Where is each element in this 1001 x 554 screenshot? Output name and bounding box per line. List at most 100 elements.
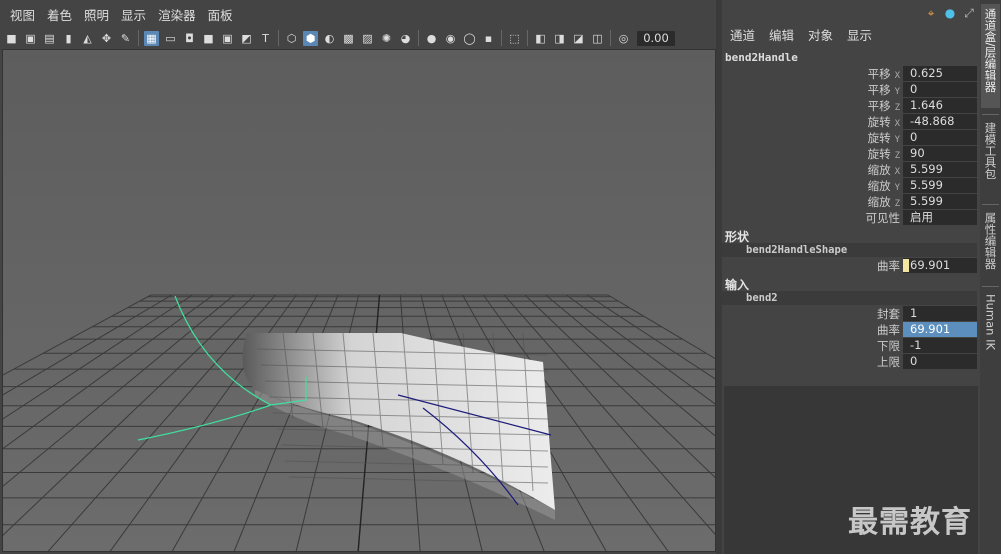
aa-icon[interactable]: ◯ bbox=[462, 31, 477, 46]
resolution-gate-icon[interactable]: ◘ bbox=[182, 31, 197, 46]
toolbar-separator bbox=[138, 30, 139, 46]
menu-shading[interactable]: 着色 bbox=[47, 4, 72, 28]
attr-value-field[interactable]: 5.599 bbox=[903, 194, 977, 209]
tool-settings-icon[interactable]: ● bbox=[943, 6, 957, 20]
attr-value-field[interactable]: 启用 bbox=[903, 210, 977, 225]
camera-lock-icon[interactable]: ▣ bbox=[23, 31, 38, 46]
field-chart-icon[interactable]: ▣ bbox=[220, 31, 235, 46]
ambient-occlusion-icon[interactable]: ● bbox=[424, 31, 439, 46]
bookmark-icon[interactable]: ▮ bbox=[61, 31, 76, 46]
menu-lighting[interactable]: 照明 bbox=[84, 4, 109, 28]
attr-axis: X bbox=[894, 119, 900, 129]
safe-title-icon[interactable]: T bbox=[258, 31, 273, 46]
shade-wire-icon[interactable]: ◐ bbox=[322, 31, 337, 46]
attr-label: 旋转 Z bbox=[868, 146, 900, 162]
attr-row-rotate-y[interactable]: 旋转 Y 0 bbox=[722, 130, 980, 146]
attr-row-rotate-z[interactable]: 旋转 Z 90 bbox=[722, 146, 980, 162]
tab-channel-box[interactable]: 通道盒/层编辑器 bbox=[981, 4, 1000, 108]
attr-value-field[interactable]: 0.625 bbox=[903, 66, 977, 81]
attr-row-scale-z[interactable]: 缩放 Z 5.599 bbox=[722, 194, 980, 210]
attr-row-low-bound[interactable]: 下限 -1 bbox=[722, 338, 980, 354]
menu-panels[interactable]: 面板 bbox=[208, 4, 233, 28]
attr-value-field[interactable]: 5.599 bbox=[903, 178, 977, 193]
smooth-shade-icon[interactable]: ⬢ bbox=[303, 30, 318, 46]
menu-renderer[interactable]: 渲染器 bbox=[158, 4, 196, 28]
attr-label: 曲率 bbox=[877, 259, 900, 273]
move-cam-icon[interactable]: ✥ bbox=[99, 31, 114, 46]
shape-node-bar[interactable]: bend2HandleShape bbox=[722, 243, 977, 257]
bounding-box-icon[interactable]: ▩ bbox=[341, 31, 356, 46]
attr-axis: Z bbox=[894, 199, 900, 209]
camera-icon[interactable]: ■ bbox=[4, 31, 19, 46]
attr-value-field[interactable]: -48.868 bbox=[903, 114, 977, 129]
grid-icon[interactable]: ▦ bbox=[144, 30, 159, 46]
attr-axis: Y bbox=[894, 183, 900, 193]
xray-backface-icon[interactable]: ◫ bbox=[590, 31, 605, 46]
attr-value-field[interactable]: 0 bbox=[903, 354, 977, 369]
attr-row-high-bound[interactable]: 上限 0 bbox=[722, 354, 980, 370]
attr-value-field[interactable]: 5.599 bbox=[903, 162, 977, 177]
light-icon[interactable]: ✺ bbox=[379, 31, 394, 46]
camera-attr-icon[interactable]: ▤ bbox=[42, 31, 57, 46]
attr-row-shape-curvature[interactable]: 曲率 69.901 bbox=[722, 258, 980, 274]
xray-joints-icon[interactable]: ◪ bbox=[571, 31, 586, 46]
texture-icon[interactable]: ▨ bbox=[360, 31, 375, 46]
attr-value-field-selected[interactable]: 69.901 bbox=[903, 322, 977, 337]
menu-show[interactable]: 显示 bbox=[121, 4, 146, 28]
xray-active-icon[interactable]: ◨ bbox=[552, 31, 567, 46]
attr-value-field[interactable]: 90 bbox=[903, 146, 977, 161]
attr-row-rotate-x[interactable]: 旋转 X -48.868 bbox=[722, 114, 980, 130]
attr-value-field[interactable]: 0 bbox=[903, 82, 977, 97]
attr-row-scale-y[interactable]: 缩放 Y 5.599 bbox=[722, 178, 980, 194]
toolbar-separator bbox=[610, 30, 611, 46]
exposure-icon[interactable]: ◎ bbox=[616, 31, 631, 46]
attr-label-text: 缩放 bbox=[867, 163, 891, 177]
tab-human-ik[interactable]: Human IK bbox=[981, 290, 1000, 360]
motion-blur-icon[interactable]: ◉ bbox=[443, 31, 458, 46]
menu-view[interactable]: 视图 bbox=[10, 4, 35, 28]
menu-object[interactable]: 对象 bbox=[808, 26, 833, 46]
attr-value-field[interactable]: 69.901 bbox=[903, 258, 977, 273]
input-node-bar[interactable]: bend2 bbox=[722, 291, 977, 305]
film-gate-icon[interactable]: ▭ bbox=[163, 31, 178, 46]
depth-icon[interactable]: ▪ bbox=[481, 31, 496, 46]
tab-modeling-toolkit[interactable]: 建模工具包 bbox=[981, 118, 1000, 200]
toolbar-separator bbox=[418, 30, 419, 46]
wireframe-cube-icon[interactable]: ⬡ bbox=[284, 31, 299, 46]
3d-viewport[interactable] bbox=[2, 49, 716, 552]
pen-icon[interactable]: ✎ bbox=[118, 31, 133, 46]
menu-channels[interactable]: 通道 bbox=[730, 26, 755, 46]
toolbar-separator bbox=[278, 30, 279, 46]
node-name[interactable]: bend2Handle bbox=[725, 51, 798, 64]
gate-mask-icon[interactable]: ■ bbox=[201, 31, 216, 46]
image-plane-icon[interactable]: ◭ bbox=[80, 31, 95, 46]
attr-value-field[interactable]: 1 bbox=[903, 306, 977, 321]
attr-row-translate-x[interactable]: 平移 X 0.625 bbox=[722, 66, 980, 82]
attr-row-translate-z[interactable]: 平移 Z 1.646 bbox=[722, 98, 980, 114]
channel-box-top-icons: ⌖ ● ⤢ bbox=[924, 6, 976, 20]
menu-edit[interactable]: 编辑 bbox=[769, 26, 794, 46]
axis-icon[interactable]: ⌖ bbox=[924, 6, 938, 20]
isolate-icon[interactable]: ⬚ bbox=[507, 31, 522, 46]
shape-node-name[interactable]: bend2HandleShape bbox=[746, 243, 847, 257]
attr-label-text: 平移 bbox=[867, 99, 891, 113]
xray-icon[interactable]: ◧ bbox=[533, 31, 548, 46]
attr-row-curvature[interactable]: 曲率 69.901 bbox=[722, 322, 980, 338]
attr-value-field[interactable]: 1.646 bbox=[903, 98, 977, 113]
attr-row-translate-y[interactable]: 平移 Y 0 bbox=[722, 82, 980, 98]
attr-row-envelope[interactable]: 封套 1 bbox=[722, 306, 980, 322]
attr-label: 旋转 Y bbox=[868, 130, 900, 146]
attr-row-scale-x[interactable]: 缩放 X 5.599 bbox=[722, 162, 980, 178]
attr-label: 缩放 Z bbox=[868, 194, 900, 210]
menu-display[interactable]: 显示 bbox=[847, 26, 872, 46]
shadow-icon[interactable]: ◕ bbox=[398, 31, 413, 46]
attr-row-visibility[interactable]: 可见性 启用 bbox=[722, 210, 980, 226]
tab-attribute-editor[interactable]: 属性编辑器 bbox=[981, 208, 1000, 282]
safe-action-icon[interactable]: ◩ bbox=[239, 31, 254, 46]
exposure-field[interactable]: 0.00 bbox=[637, 30, 675, 46]
attr-label-text: 平移 bbox=[867, 83, 891, 97]
input-node-name[interactable]: bend2 bbox=[746, 291, 778, 305]
attr-value-field[interactable]: -1 bbox=[903, 338, 977, 353]
expand-icon[interactable]: ⤢ bbox=[962, 6, 976, 20]
attr-value-field[interactable]: 0 bbox=[903, 130, 977, 145]
